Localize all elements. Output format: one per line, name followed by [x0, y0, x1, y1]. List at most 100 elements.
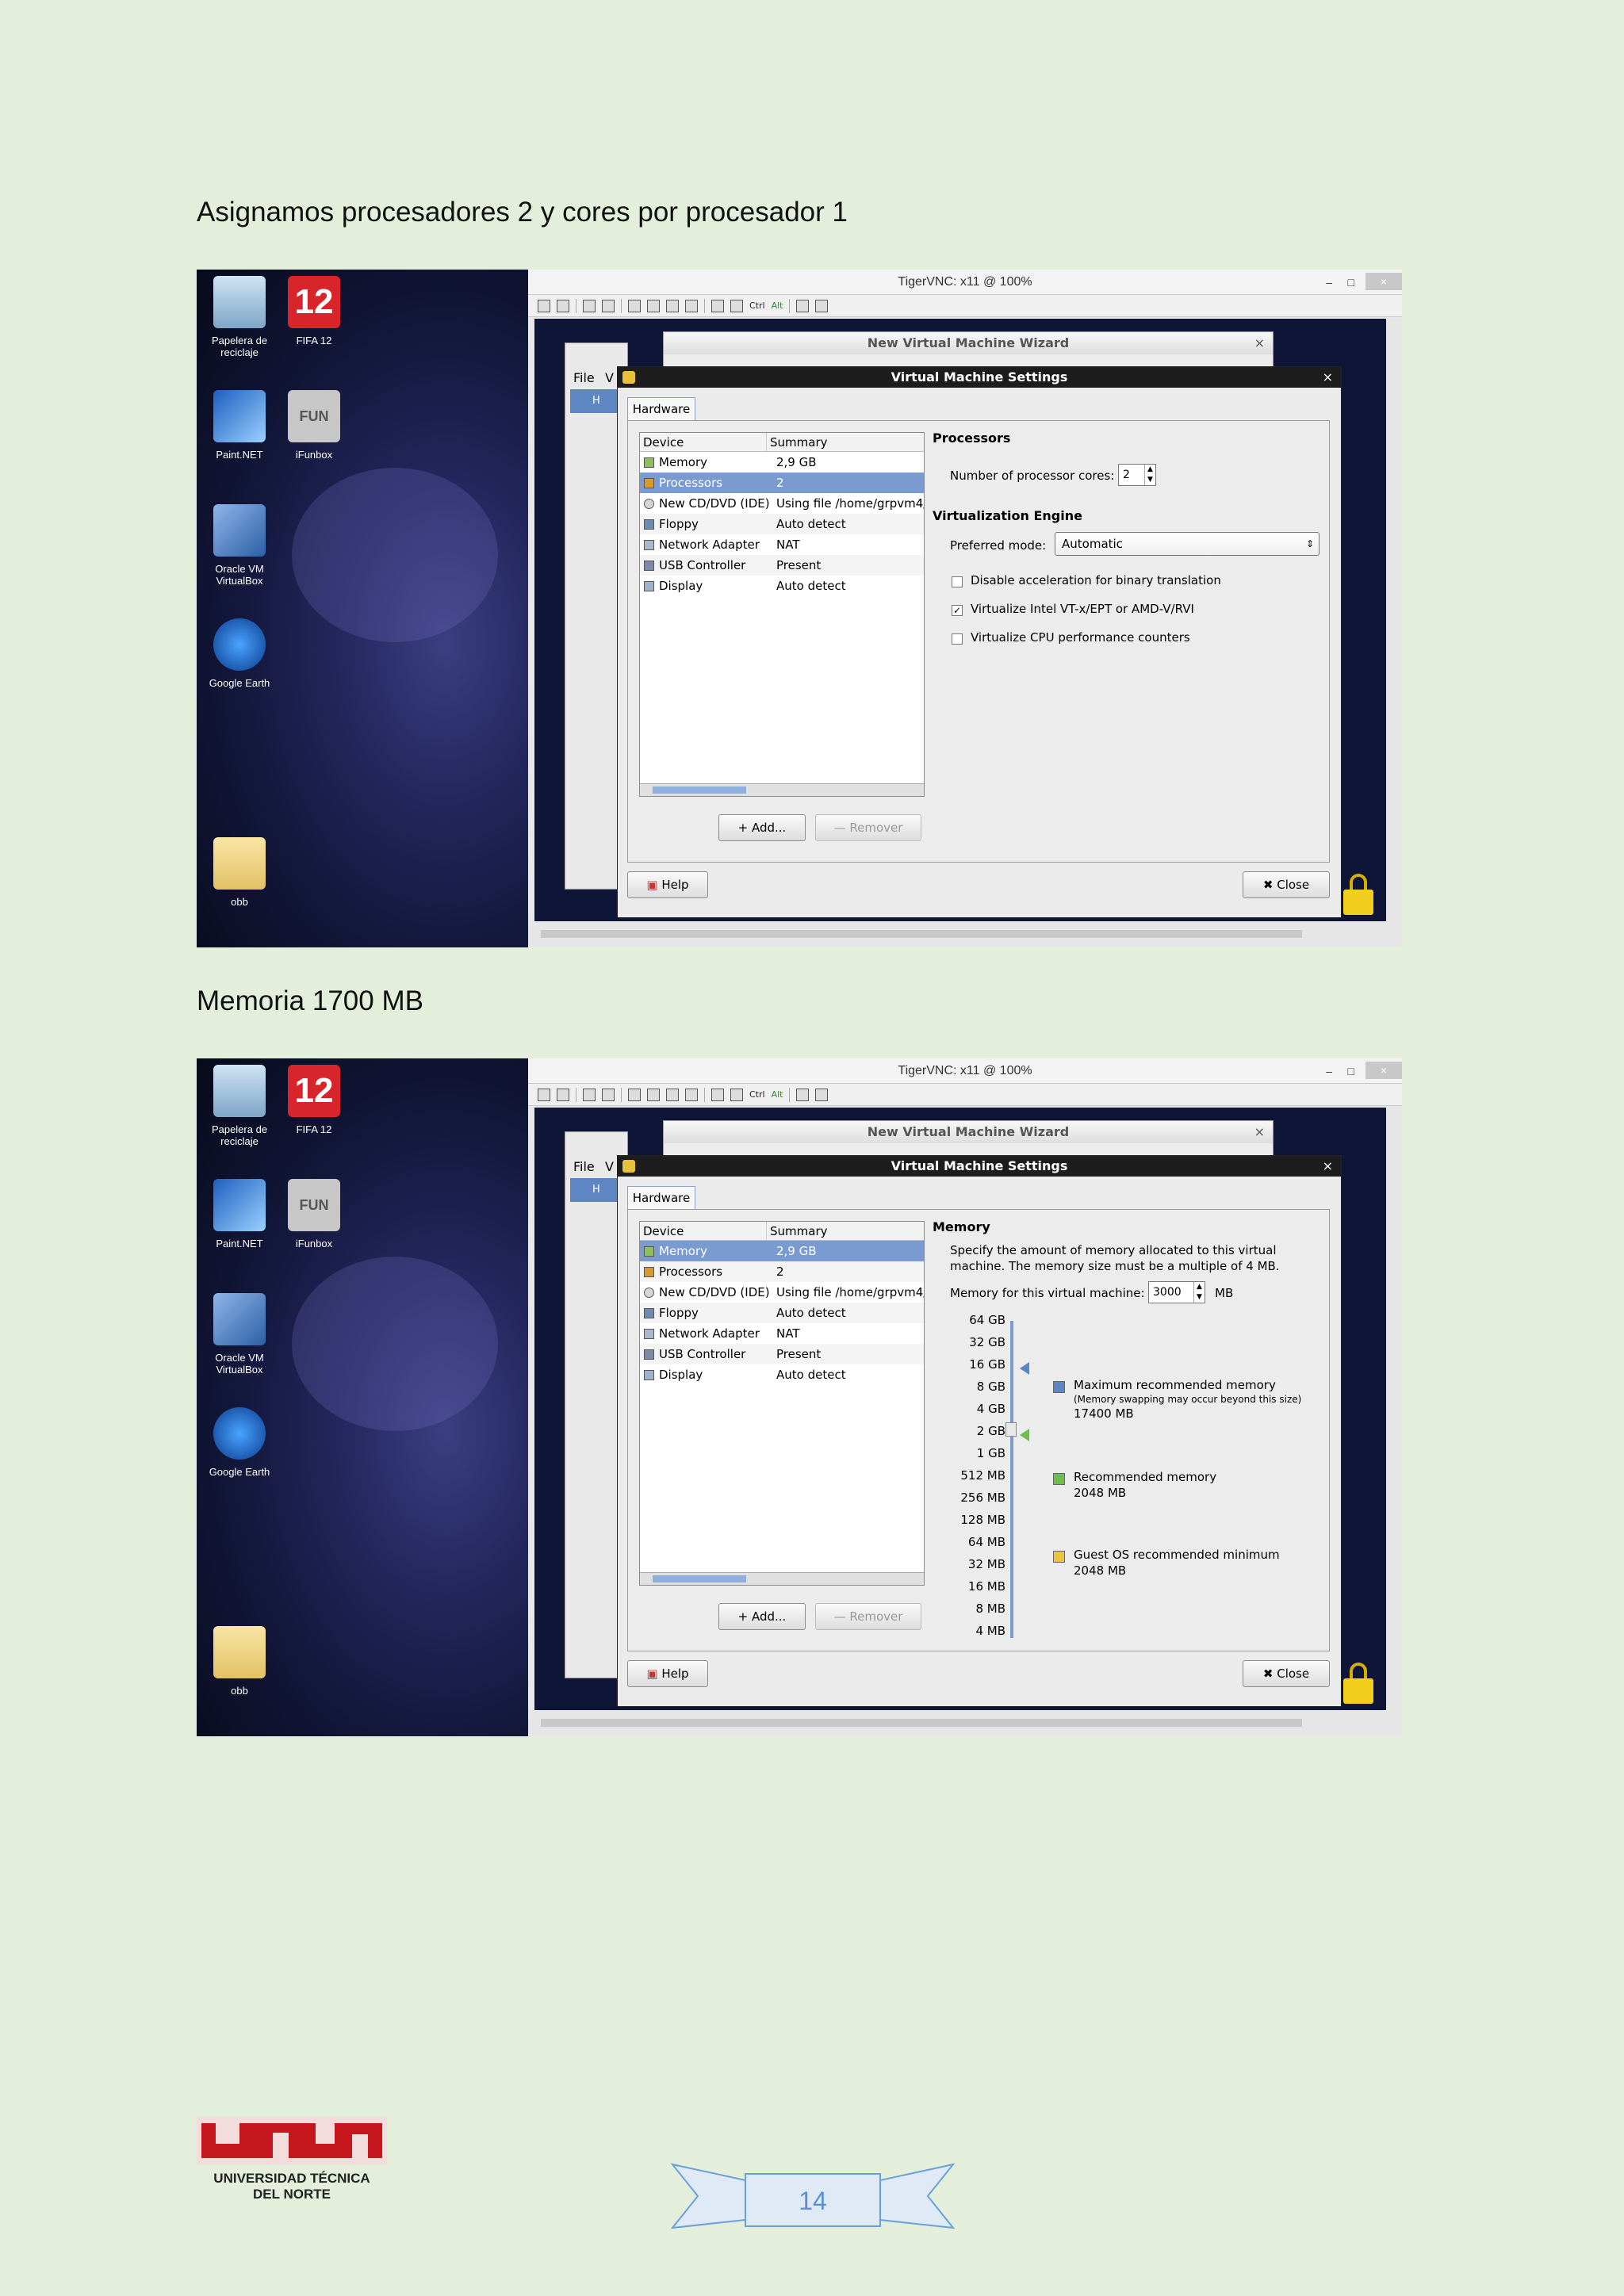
ifunbox-icon[interactable]: FUN iFunbox: [276, 1179, 352, 1249]
disable-acceleration-checkbox[interactable]: [952, 576, 963, 587]
google-earth-icon[interactable]: Google Earth: [201, 1407, 278, 1478]
virtualbox-icon[interactable]: Oracle VM VirtualBox: [201, 504, 278, 587]
memory-scale: 64 GB 32 GB 16 GB 8 GB 4 GB 2 GB 1 GB 51…: [960, 1313, 1005, 1638]
vnc-vertical-scrollbar[interactable]: [1386, 319, 1402, 921]
memory-slider-thumb[interactable]: [1005, 1422, 1017, 1437]
ctrl-key-button[interactable]: Ctrl: [749, 300, 765, 311]
device-list-scrollbar[interactable]: [640, 783, 924, 796]
device-row-network[interactable]: Network Adapter NAT: [640, 534, 924, 555]
vnc-horizontal-scrollbar[interactable]: [528, 1711, 1402, 1736]
close-button[interactable]: ×: [1365, 1062, 1402, 1079]
device-row-network[interactable]: Network Adapter NAT: [640, 1323, 924, 1344]
preferred-mode-select[interactable]: Automatic ⇕: [1055, 532, 1320, 556]
zoom-in-icon[interactable]: [628, 1088, 641, 1101]
device-row-display[interactable]: Display Auto detect: [640, 576, 924, 596]
view-only-icon[interactable]: [711, 299, 724, 312]
folder-obb-icon[interactable]: obb: [201, 1626, 278, 1697]
remove-device-button[interactable]: — Remover: [815, 814, 921, 841]
zoom-reset-icon[interactable]: [666, 299, 679, 312]
maximize-button[interactable]: □: [1348, 1058, 1354, 1084]
minimize-button[interactable]: –: [1326, 1058, 1332, 1084]
tab-hardware[interactable]: Hardware: [627, 397, 695, 421]
add-device-button[interactable]: + Add...: [718, 1603, 806, 1630]
transfer-icon[interactable]: [796, 299, 810, 312]
maximize-button[interactable]: □: [1348, 270, 1354, 295]
close-dialog-button[interactable]: ✖ Close: [1243, 871, 1330, 898]
refresh-icon[interactable]: [602, 1088, 615, 1101]
tab-hardware[interactable]: Hardware: [627, 1186, 695, 1210]
paint-net-icon[interactable]: Paint.NET: [201, 390, 278, 461]
send-keys-icon[interactable]: [730, 299, 743, 312]
column-device[interactable]: Device: [640, 1222, 767, 1240]
device-row-memory[interactable]: Memory 2,9 GB: [640, 452, 924, 473]
column-summary[interactable]: Summary: [767, 1222, 828, 1240]
device-row-cdrom[interactable]: New CD/DVD (IDE) Using file /home/grpvm4/: [640, 1282, 924, 1303]
view-only-icon[interactable]: [711, 1088, 724, 1101]
cores-spinner[interactable]: 2 ▲ ▼: [1118, 464, 1156, 486]
wizard-close-button[interactable]: ×: [1254, 1121, 1265, 1143]
google-earth-icon[interactable]: Google Earth: [201, 618, 278, 689]
column-device[interactable]: Device: [640, 433, 767, 451]
options-icon[interactable]: [538, 299, 550, 312]
device-row-display[interactable]: Display Auto detect: [640, 1364, 924, 1385]
virtualbox-icon[interactable]: Oracle VM VirtualBox: [201, 1293, 278, 1376]
fullscreen-icon[interactable]: [583, 299, 596, 312]
memory-slider-track[interactable]: [1010, 1321, 1013, 1638]
virtualize-vtx-checkbox[interactable]: ✓: [952, 605, 963, 616]
fullscreen-icon[interactable]: [583, 1088, 596, 1101]
memory-size-spinner[interactable]: 3000 ▲ ▼: [1148, 1281, 1205, 1303]
dialog-close-button[interactable]: ×: [1323, 367, 1333, 388]
folder-obb-icon[interactable]: obb: [201, 837, 278, 908]
dialog-close-button[interactable]: ×: [1323, 1156, 1333, 1177]
max-memory-note: (Memory swapping may occur beyond this s…: [1074, 1394, 1302, 1405]
save-icon[interactable]: [815, 299, 829, 312]
minimize-button[interactable]: –: [1326, 270, 1332, 295]
paint-net-icon[interactable]: Paint.NET: [201, 1179, 278, 1249]
save-icon[interactable]: [815, 1088, 829, 1101]
zoom-fit-icon[interactable]: [685, 299, 698, 312]
device-row-usb[interactable]: USB Controller Present: [640, 1344, 924, 1364]
zoom-reset-icon[interactable]: [666, 1088, 679, 1101]
add-device-button[interactable]: + Add...: [718, 814, 806, 841]
zoom-in-icon[interactable]: [628, 299, 641, 312]
close-dialog-button[interactable]: ✖ Close: [1243, 1660, 1330, 1687]
device-row-memory[interactable]: Memory 2,9 GB: [640, 1241, 924, 1261]
fifa12-icon[interactable]: 12 FIFA 12: [276, 1065, 352, 1135]
alt-key-button[interactable]: Alt: [772, 300, 783, 311]
info-icon[interactable]: [557, 1088, 569, 1101]
cdrom-icon: [644, 498, 654, 509]
recycle-bin-icon[interactable]: Papelera de reciclaje: [201, 1065, 278, 1147]
virtualize-counters-checkbox[interactable]: [952, 633, 963, 645]
send-keys-icon[interactable]: [730, 1088, 743, 1101]
device-row-floppy[interactable]: Floppy Auto detect: [640, 1303, 924, 1323]
ctrl-key-button[interactable]: Ctrl: [749, 1089, 765, 1100]
info-icon[interactable]: [557, 299, 569, 312]
alt-key-button[interactable]: Alt: [772, 1089, 783, 1100]
transfer-icon[interactable]: [796, 1088, 810, 1101]
remove-device-button[interactable]: — Remover: [815, 1603, 921, 1630]
column-summary[interactable]: Summary: [767, 433, 828, 451]
heading-processors: Asignamos procesadores 2 y cores por pro…: [197, 197, 848, 228]
zoom-fit-icon[interactable]: [685, 1088, 698, 1101]
device-row-usb[interactable]: USB Controller Present: [640, 555, 924, 576]
vmware-icon: [622, 1160, 635, 1173]
recycle-bin-icon[interactable]: Papelera de reciclaje: [201, 276, 278, 358]
device-row-processors[interactable]: Processors 2: [640, 473, 924, 493]
fifa12-icon[interactable]: 12 FIFA 12: [276, 276, 352, 346]
ifunbox-icon[interactable]: FUN iFunbox: [276, 390, 352, 461]
options-icon[interactable]: [538, 1088, 550, 1101]
help-button[interactable]: ▣ Help: [627, 871, 708, 898]
zoom-out-icon[interactable]: [647, 299, 660, 312]
device-row-floppy[interactable]: Floppy Auto detect: [640, 514, 924, 534]
close-button[interactable]: ×: [1365, 273, 1402, 290]
device-row-processors[interactable]: Processors 2: [640, 1261, 924, 1282]
memory-icon: [644, 1246, 654, 1257]
wizard-close-button[interactable]: ×: [1254, 332, 1265, 354]
refresh-icon[interactable]: [602, 299, 615, 312]
help-button[interactable]: ▣ Help: [627, 1660, 708, 1687]
device-row-cdrom[interactable]: New CD/DVD (IDE) Using file /home/grpvm4/: [640, 493, 924, 514]
zoom-out-icon[interactable]: [647, 1088, 660, 1101]
device-list-scrollbar[interactable]: [640, 1572, 924, 1585]
vnc-horizontal-scrollbar[interactable]: [528, 922, 1402, 947]
vnc-vertical-scrollbar[interactable]: [1386, 1108, 1402, 1710]
